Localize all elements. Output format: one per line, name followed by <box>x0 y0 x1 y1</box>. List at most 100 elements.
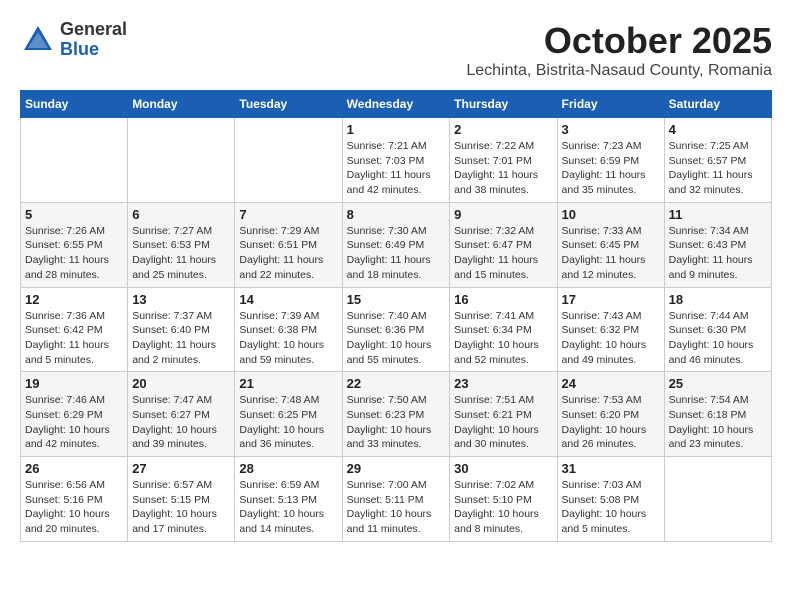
logo-icon <box>20 22 56 58</box>
day-info: Sunrise: 7:47 AM Sunset: 6:27 PM Dayligh… <box>132 393 230 452</box>
day-info: Sunrise: 7:44 AM Sunset: 6:30 PM Dayligh… <box>669 309 767 368</box>
calendar-day-18: 18Sunrise: 7:44 AM Sunset: 6:30 PM Dayli… <box>664 287 771 372</box>
day-info: Sunrise: 7:50 AM Sunset: 6:23 PM Dayligh… <box>347 393 446 452</box>
day-info: Sunrise: 7:25 AM Sunset: 6:57 PM Dayligh… <box>669 139 767 198</box>
calendar-day-25: 25 Sunrise: 7:54 AM Sunset: 6:18 PM Dayli… <box>664 372 771 457</box>
day-number: 29 <box>347 461 446 476</box>
calendar-day-6: 6 Sunrise: 7:27 AM Sunset: 6:53 PM Daylig… <box>128 202 235 287</box>
calendar-day-10: 10Sunrise: 7:33 AM Sunset: 6:45 PM Dayli… <box>557 202 664 287</box>
calendar-day-26: 26Sunrise: 6:56 AM Sunset: 5:16 PM Dayli… <box>21 457 128 542</box>
day-number: 15 <box>347 292 446 307</box>
day-info: Sunrise: 7:29 AM Sunset: 6:51 PM Dayligh… <box>239 224 337 283</box>
day-number: 9 <box>454 207 552 222</box>
day-number: 26 <box>25 461 123 476</box>
calendar-day-16: 16 Sunrise: 7:41 AM Sunset: 6:34 PM Dayli… <box>450 287 557 372</box>
calendar-day-31: 31Sunrise: 7:03 AM Sunset: 5:08 PM Dayli… <box>557 457 664 542</box>
day-number: 16 <box>454 292 552 307</box>
day-info: Sunrise: 7:00 AM Sunset: 5:11 PM Dayligh… <box>347 478 446 537</box>
calendar-day-3: 3 Sunrise: 7:23 AM Sunset: 6:59 PM Daylig… <box>557 118 664 203</box>
calendar-day-1: 1 Sunrise: 7:21 AM Sunset: 7:03 PM Daylig… <box>342 118 450 203</box>
day-info: Sunrise: 7:41 AM Sunset: 6:34 PM Dayligh… <box>454 309 552 368</box>
day-info: Sunrise: 7:23 AM Sunset: 6:59 PM Dayligh… <box>562 139 660 198</box>
day-number: 13 <box>132 292 230 307</box>
day-number: 20 <box>132 376 230 391</box>
calendar-day-14: 14Sunrise: 7:39 AM Sunset: 6:38 PM Dayli… <box>235 287 342 372</box>
day-number: 28 <box>239 461 337 476</box>
day-number: 25 <box>669 376 767 391</box>
day-info: Sunrise: 7:40 AM Sunset: 6:36 PM Dayligh… <box>347 309 446 368</box>
day-info: Sunrise: 7:37 AM Sunset: 6:40 PM Dayligh… <box>132 309 230 368</box>
day-number: 14 <box>239 292 337 307</box>
day-number: 21 <box>239 376 337 391</box>
calendar-day-30: 30 Sunrise: 7:02 AM Sunset: 5:10 PM Dayli… <box>450 457 557 542</box>
day-info: Sunrise: 7:46 AM Sunset: 6:29 PM Dayligh… <box>25 393 123 452</box>
day-number: 1 <box>347 122 446 137</box>
logo: General Blue <box>20 20 127 60</box>
logo-general-text: General <box>60 20 127 40</box>
calendar-week-row: 12 Sunrise: 7:36 AM Sunset: 6:42 PM Dayli… <box>21 287 772 372</box>
calendar-day-19: 19Sunrise: 7:46 AM Sunset: 6:29 PM Dayli… <box>21 372 128 457</box>
calendar-day-24: 24Sunrise: 7:53 AM Sunset: 6:20 PM Dayli… <box>557 372 664 457</box>
weekday-header-thursday: Thursday <box>450 91 557 118</box>
weekday-header-tuesday: Tuesday <box>235 91 342 118</box>
day-info: Sunrise: 7:36 AM Sunset: 6:42 PM Dayligh… <box>25 309 123 368</box>
calendar-day-23: 23Sunrise: 7:51 AM Sunset: 6:21 PM Dayli… <box>450 372 557 457</box>
weekday-header-friday: Friday <box>557 91 664 118</box>
day-info: Sunrise: 7:26 AM Sunset: 6:55 PM Dayligh… <box>25 224 123 283</box>
weekday-header-row: SundayMondayTuesdayWednesdayThursdayFrid… <box>21 91 772 118</box>
day-number: 30 <box>454 461 552 476</box>
calendar-day-29: 29 Sunrise: 7:00 AM Sunset: 5:11 PM Dayli… <box>342 457 450 542</box>
calendar-day-28: 28 Sunrise: 6:59 AM Sunset: 5:13 PM Dayli… <box>235 457 342 542</box>
page-header: General Blue October 2025 Lechinta, Bist… <box>20 20 772 80</box>
calendar-week-row: 1 Sunrise: 7:21 AM Sunset: 7:03 PM Daylig… <box>21 118 772 203</box>
calendar-day-22: 22 Sunrise: 7:50 AM Sunset: 6:23 PM Dayli… <box>342 372 450 457</box>
calendar-table: SundayMondayTuesdayWednesdayThursdayFrid… <box>20 90 772 542</box>
logo-blue-text: Blue <box>60 40 127 60</box>
day-info: Sunrise: 7:21 AM Sunset: 7:03 PM Dayligh… <box>347 139 446 198</box>
location-title: Lechinta, Bistrita-Nasaud County, Romani… <box>466 62 772 80</box>
logo-text: General Blue <box>60 20 127 60</box>
month-title: October 2025 <box>466 20 772 62</box>
calendar-day-5: 5Sunrise: 7:26 AM Sunset: 6:55 PM Daylig… <box>21 202 128 287</box>
day-number: 12 <box>25 292 123 307</box>
calendar-week-row: 5Sunrise: 7:26 AM Sunset: 6:55 PM Daylig… <box>21 202 772 287</box>
day-info: Sunrise: 7:03 AM Sunset: 5:08 PM Dayligh… <box>562 478 660 537</box>
day-number: 22 <box>347 376 446 391</box>
day-info: Sunrise: 7:34 AM Sunset: 6:43 PM Dayligh… <box>669 224 767 283</box>
calendar-day-2: 2Sunrise: 7:22 AM Sunset: 7:01 PM Daylig… <box>450 118 557 203</box>
day-number: 24 <box>562 376 660 391</box>
day-number: 3 <box>562 122 660 137</box>
day-number: 6 <box>132 207 230 222</box>
weekday-header-monday: Monday <box>128 91 235 118</box>
calendar-empty-cell <box>128 118 235 203</box>
weekday-header-saturday: Saturday <box>664 91 771 118</box>
day-info: Sunrise: 6:57 AM Sunset: 5:15 PM Dayligh… <box>132 478 230 537</box>
calendar-day-11: 11 Sunrise: 7:34 AM Sunset: 6:43 PM Dayli… <box>664 202 771 287</box>
day-info: Sunrise: 7:27 AM Sunset: 6:53 PM Dayligh… <box>132 224 230 283</box>
day-info: Sunrise: 7:02 AM Sunset: 5:10 PM Dayligh… <box>454 478 552 537</box>
calendar-empty-cell <box>235 118 342 203</box>
day-number: 11 <box>669 207 767 222</box>
calendar-week-row: 26Sunrise: 6:56 AM Sunset: 5:16 PM Dayli… <box>21 457 772 542</box>
calendar-day-7: 7Sunrise: 7:29 AM Sunset: 6:51 PM Daylig… <box>235 202 342 287</box>
calendar-day-8: 8Sunrise: 7:30 AM Sunset: 6:49 PM Daylig… <box>342 202 450 287</box>
day-info: Sunrise: 7:22 AM Sunset: 7:01 PM Dayligh… <box>454 139 552 198</box>
day-number: 23 <box>454 376 552 391</box>
weekday-header-wednesday: Wednesday <box>342 91 450 118</box>
calendar-day-15: 15 Sunrise: 7:40 AM Sunset: 6:36 PM Dayli… <box>342 287 450 372</box>
weekday-header-sunday: Sunday <box>21 91 128 118</box>
day-info: Sunrise: 7:54 AM Sunset: 6:18 PM Dayligh… <box>669 393 767 452</box>
day-info: Sunrise: 7:48 AM Sunset: 6:25 PM Dayligh… <box>239 393 337 452</box>
calendar-day-12: 12 Sunrise: 7:36 AM Sunset: 6:42 PM Dayli… <box>21 287 128 372</box>
calendar-day-17: 17Sunrise: 7:43 AM Sunset: 6:32 PM Dayli… <box>557 287 664 372</box>
day-number: 27 <box>132 461 230 476</box>
calendar-day-21: 21 Sunrise: 7:48 AM Sunset: 6:25 PM Dayli… <box>235 372 342 457</box>
day-info: Sunrise: 7:43 AM Sunset: 6:32 PM Dayligh… <box>562 309 660 368</box>
calendar-empty-cell <box>664 457 771 542</box>
calendar-day-27: 27 Sunrise: 6:57 AM Sunset: 5:15 PM Dayli… <box>128 457 235 542</box>
calendar-day-13: 13 Sunrise: 7:37 AM Sunset: 6:40 PM Dayli… <box>128 287 235 372</box>
day-number: 4 <box>669 122 767 137</box>
calendar-empty-cell <box>21 118 128 203</box>
day-info: Sunrise: 6:59 AM Sunset: 5:13 PM Dayligh… <box>239 478 337 537</box>
day-info: Sunrise: 7:30 AM Sunset: 6:49 PM Dayligh… <box>347 224 446 283</box>
